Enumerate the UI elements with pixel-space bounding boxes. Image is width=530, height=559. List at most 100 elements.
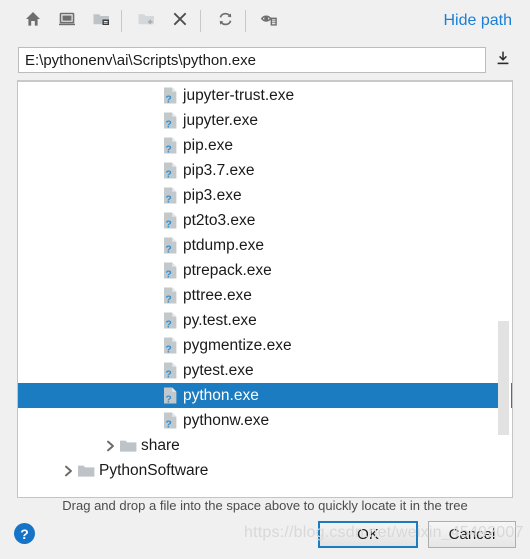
new-folder-icon	[137, 10, 156, 32]
folder-icon	[118, 433, 138, 458]
tree-row[interactable]: ? pip3.7.exe	[18, 158, 512, 183]
toolbar-separator-3	[245, 10, 246, 32]
tree-row[interactable]: ? pip3.exe	[18, 183, 512, 208]
show-hidden-files-button[interactable]	[255, 6, 285, 36]
svg-text:?: ?	[165, 169, 171, 180]
tree-row-label: pygmentize.exe	[183, 336, 292, 354]
toolbar: Hide path	[0, 0, 530, 42]
tree-row[interactable]: share	[18, 433, 512, 458]
svg-text:?: ?	[165, 244, 171, 255]
project-folder-button[interactable]	[86, 6, 116, 36]
home-icon	[24, 10, 42, 32]
project-folder-icon	[92, 10, 111, 32]
tree-row[interactable]: ? pygmentize.exe	[18, 333, 512, 358]
tree-row[interactable]: PythonSoftware	[18, 458, 512, 483]
download-icon	[495, 50, 511, 70]
unknown-file-icon: ?	[160, 308, 180, 333]
tree-row[interactable]: ? py.test.exe	[18, 308, 512, 333]
download-path-button[interactable]	[492, 47, 514, 73]
refresh-button[interactable]	[210, 6, 240, 36]
svg-text:?: ?	[165, 369, 171, 380]
svg-text:?: ?	[165, 394, 171, 405]
unknown-file-icon: ?	[160, 83, 180, 108]
toolbar-separator-2	[200, 10, 201, 32]
svg-text:?: ?	[165, 219, 171, 230]
tree-row[interactable]: ? pip.exe	[18, 133, 512, 158]
unknown-file-icon: ?	[160, 333, 180, 358]
svg-text:?: ?	[165, 344, 171, 355]
folder-icon	[76, 458, 96, 483]
unknown-file-icon: ?	[160, 283, 180, 308]
tree-row[interactable]: ? ptdump.exe	[18, 233, 512, 258]
svg-text:?: ?	[165, 194, 171, 205]
tree-row[interactable]: ? ptrepack.exe	[18, 258, 512, 283]
tree-row[interactable]: ? jupyter.exe	[18, 108, 512, 133]
unknown-file-icon: ?	[160, 408, 180, 433]
tree-row-label: pytest.exe	[183, 361, 254, 379]
delete-button[interactable]	[165, 6, 195, 36]
ok-button[interactable]: OK	[318, 521, 418, 548]
tree-row-label: ptdump.exe	[183, 236, 264, 254]
tree-row-label: python.exe	[183, 386, 259, 404]
path-row	[0, 44, 530, 76]
unknown-file-icon: ?	[160, 383, 180, 408]
tree-row-label: pip3.7.exe	[183, 161, 255, 179]
desktop-icon	[58, 10, 76, 32]
path-input[interactable]	[18, 47, 486, 73]
new-folder-button[interactable]	[131, 6, 161, 36]
svg-text:?: ?	[165, 119, 171, 130]
svg-text:?: ?	[165, 269, 171, 280]
dialog-footer: ? OK Cancel	[0, 518, 530, 559]
tree-row[interactable]: ? python.exe	[18, 383, 512, 408]
unknown-file-icon: ?	[160, 133, 180, 158]
tree-row[interactable]: ? pttree.exe	[18, 283, 512, 308]
tree-row-label: pt2to3.exe	[183, 211, 256, 229]
tree-row-label: jupyter-trust.exe	[183, 86, 295, 104]
file-tree-panel[interactable]: ? jupyter-trust.exe ? jupyter.exe ? pip.…	[17, 80, 513, 498]
svg-text:?: ?	[165, 144, 171, 155]
vertical-scrollbar-track[interactable]	[498, 83, 511, 497]
tree-row[interactable]: ? pytest.exe	[18, 358, 512, 383]
svg-text:?: ?	[165, 294, 171, 305]
svg-text:?: ?	[165, 319, 171, 330]
refresh-icon	[216, 10, 235, 32]
tree-row[interactable]: ? jupyter-trust.exe	[18, 83, 512, 108]
toolbar-separator-1	[121, 10, 122, 32]
cancel-button[interactable]: Cancel	[428, 521, 516, 548]
unknown-file-icon: ?	[160, 158, 180, 183]
tree-row-label: py.test.exe	[183, 311, 257, 329]
help-icon[interactable]: ?	[14, 523, 35, 544]
desktop-button[interactable]	[52, 6, 82, 36]
drag-drop-hint: Drag and drop a file into the space abov…	[62, 498, 468, 513]
chevron-right-icon[interactable]	[102, 433, 118, 458]
unknown-file-icon: ?	[160, 208, 180, 233]
tree-row-label: pip.exe	[183, 136, 233, 154]
home-button[interactable]	[18, 6, 48, 36]
tree-row-label: ptrepack.exe	[183, 261, 272, 279]
show-hidden-files-icon	[260, 10, 280, 32]
file-tree-list: ? jupyter-trust.exe ? jupyter.exe ? pip.…	[18, 83, 512, 483]
chevron-right-icon[interactable]	[60, 458, 76, 483]
svg-text:?: ?	[165, 419, 171, 430]
tree-row-label: pythonw.exe	[183, 411, 270, 429]
vertical-scrollbar-thumb[interactable]	[498, 321, 509, 435]
svg-text:?: ?	[165, 94, 171, 105]
hide-path-link[interactable]: Hide path	[444, 12, 513, 30]
tree-row[interactable]: ? pythonw.exe	[18, 408, 512, 433]
tree-row-label: jupyter.exe	[183, 111, 258, 129]
close-icon	[171, 10, 189, 32]
unknown-file-icon: ?	[160, 108, 180, 133]
tree-row[interactable]: ? pt2to3.exe	[18, 208, 512, 233]
